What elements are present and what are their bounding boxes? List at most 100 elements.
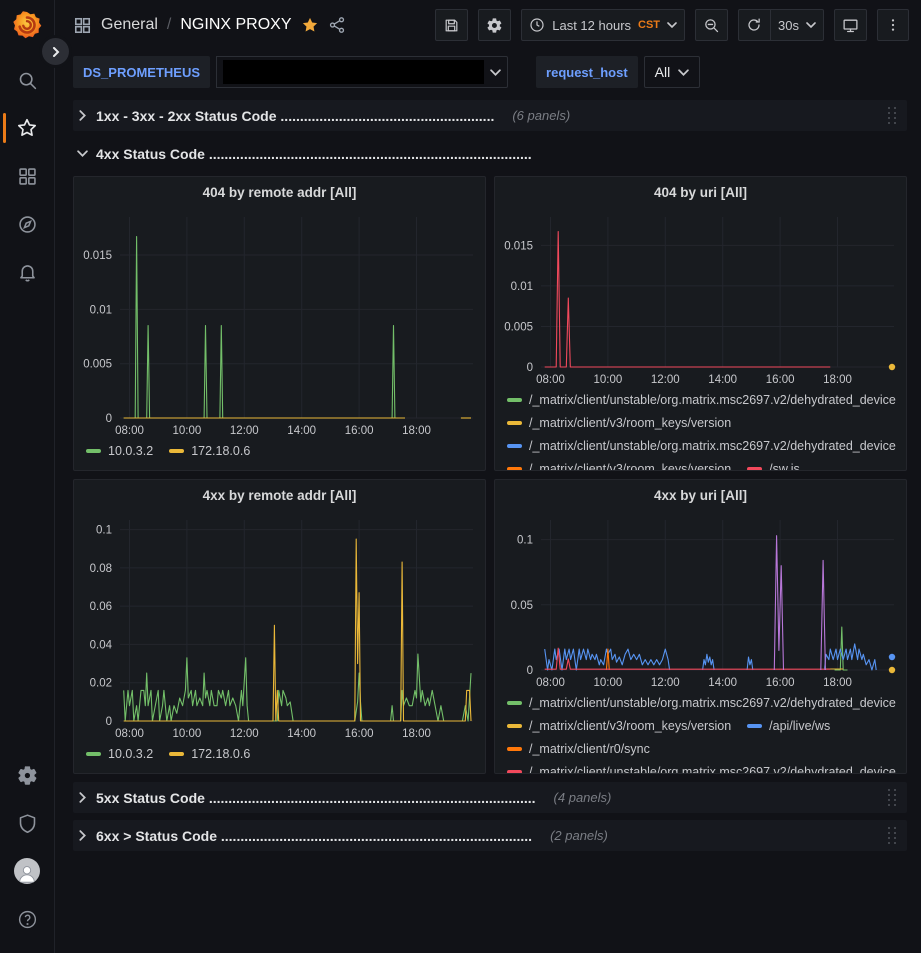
sidebar-item-server-admin[interactable] [0, 799, 55, 847]
breadcrumb-folder[interactable]: General [101, 16, 158, 34]
sidebar-item-profile[interactable] [0, 847, 55, 895]
row-header-1xx-3xx-2xx[interactable]: 1xx - 3xx - 2xx Status Code ............… [73, 100, 907, 131]
sidebar-item-search[interactable] [0, 56, 55, 104]
row-header-4xx[interactable]: 4xx Status Code ........................… [73, 138, 907, 169]
svg-text:16:00: 16:00 [345, 728, 374, 740]
tv-mode-button[interactable] [834, 9, 867, 41]
legend-item[interactable]: /sw.js [747, 460, 800, 470]
request-host-variable-label[interactable]: request_host [536, 56, 638, 88]
time-range-picker[interactable]: Last 12 hours CST [521, 9, 685, 41]
legend-item[interactable]: 172.18.0.6 [169, 442, 250, 460]
dashboard-settings-button[interactable] [478, 9, 511, 41]
legend-item[interactable]: /_matrix/client/v3/room_keys/version [507, 460, 731, 470]
legend-series-swatch [86, 752, 101, 756]
save-dashboard-button[interactable] [435, 9, 468, 41]
svg-text:08:00: 08:00 [115, 728, 144, 740]
legend-item[interactable]: /_matrix/client/v3/room_keys/version [507, 717, 731, 735]
sidebar-expand-button[interactable] [42, 38, 69, 65]
legend-item[interactable]: /_matrix/client/unstable/org.matrix.msc2… [507, 391, 896, 409]
sidebar-item-starred[interactable] [0, 104, 55, 152]
datasource-variable-dropdown[interactable] [216, 56, 508, 88]
legend-series-swatch [507, 701, 522, 705]
time-range-label: Last 12 hours [552, 18, 631, 33]
time-series-plot[interactable]: 00.0050.010.01508:0010:0012:0014:0016:00… [495, 207, 906, 389]
refresh-button[interactable] [738, 9, 770, 41]
chevron-right-icon [77, 792, 88, 803]
panel-title[interactable]: 404 by uri [All] [495, 177, 906, 207]
chevron-right-icon [51, 47, 61, 57]
breadcrumb-dashboard-title[interactable]: NGINX PROXY [180, 16, 291, 34]
sidebar-item-help[interactable] [0, 895, 55, 943]
time-series-plot[interactable]: 00.0050.010.01508:0010:0012:0014:0016:00… [74, 207, 485, 440]
svg-text:0.1: 0.1 [96, 525, 112, 537]
panel-legend: /_matrix/client/unstable/org.matrix.msc2… [495, 692, 906, 773]
favorite-star-icon[interactable] [301, 16, 319, 34]
refresh-interval-label: 30s [778, 18, 799, 33]
grafana-logo-icon[interactable] [10, 8, 44, 42]
legend-series-swatch [169, 752, 184, 756]
svg-text:0: 0 [527, 362, 533, 374]
share-icon[interactable] [328, 16, 346, 34]
kebab-menu-button[interactable] [877, 9, 909, 41]
chevron-down-icon [806, 20, 816, 30]
time-series-plot[interactable]: 00.050.108:0010:0012:0014:0016:0018:00 [495, 510, 906, 692]
refresh-interval-picker[interactable]: 30s [770, 9, 824, 41]
legend-item[interactable]: 10.0.3.2 [86, 745, 153, 763]
sidebar-item-alerting[interactable] [0, 248, 55, 296]
legend-series-label: /_matrix/client/v3/room_keys/version [529, 719, 731, 733]
zoom-out-time-button[interactable] [695, 9, 728, 41]
sidebar-item-configuration[interactable] [0, 751, 55, 799]
sidebar-item-dashboards[interactable] [0, 152, 55, 200]
time-series-plot[interactable]: 00.020.040.060.080.108:0010:0012:0014:00… [74, 510, 485, 743]
shield-icon [17, 813, 38, 834]
svg-text:0: 0 [106, 716, 112, 728]
panel-legend: 10.0.3.2 172.18.0.6 [74, 440, 485, 470]
row-drag-handle[interactable] [884, 103, 901, 128]
clock-icon [529, 17, 545, 33]
svg-text:18:00: 18:00 [823, 677, 852, 689]
panel-title[interactable]: 4xx by uri [All] [495, 480, 906, 510]
legend-series-swatch [507, 467, 522, 470]
legend-series-swatch [507, 747, 522, 751]
svg-text:0.005: 0.005 [83, 359, 112, 371]
row-header-6xx[interactable]: 6xx > Status Code ......................… [73, 820, 907, 851]
legend-item[interactable]: 10.0.3.2 [86, 442, 153, 460]
legend-series-swatch [507, 444, 522, 448]
legend-item[interactable]: /_matrix/client/v3/room_keys/version [507, 414, 731, 432]
variables-submenu: DS_PROMETHEUS request_host All [55, 50, 921, 98]
avatar [14, 858, 40, 884]
panel-4xx-by-remote-addr: 4xx by remote addr [All] 00.020.040.060.… [73, 479, 486, 774]
svg-text:10:00: 10:00 [594, 374, 623, 386]
svg-text:12:00: 12:00 [230, 425, 259, 437]
legend-series-label: 172.18.0.6 [191, 444, 250, 458]
row-drag-handle[interactable] [884, 785, 901, 810]
dashboard-canvas: 1xx - 3xx - 2xx Status Code ............… [55, 98, 921, 953]
chevron-down-icon [490, 67, 501, 78]
row-panel-count: (2 panels) [550, 828, 608, 843]
breadcrumb-separator: / [167, 16, 171, 34]
datasource-variable-label[interactable]: DS_PROMETHEUS [73, 56, 210, 88]
row-header-5xx[interactable]: 5xx Status Code ........................… [73, 782, 907, 813]
panel-legend: /_matrix/client/unstable/org.matrix.msc2… [495, 389, 906, 470]
panel-title[interactable]: 4xx by remote addr [All] [74, 480, 485, 510]
request-host-variable-dropdown[interactable]: All [644, 56, 701, 88]
sidebar-item-explore[interactable] [0, 200, 55, 248]
legend-item[interactable]: /_matrix/client/unstable/org.matrix.msc2… [507, 694, 896, 712]
svg-text:0.06: 0.06 [90, 601, 112, 613]
legend-item[interactable]: /api/live/ws [747, 717, 830, 735]
legend-item[interactable]: 172.18.0.6 [169, 745, 250, 763]
legend-series-label: 10.0.3.2 [108, 444, 153, 458]
svg-text:0.04: 0.04 [90, 639, 113, 651]
refresh-controls: 30s [738, 9, 824, 41]
timezone-label: CST [638, 19, 660, 31]
row-drag-handle[interactable] [884, 823, 901, 848]
legend-item[interactable]: /_matrix/client/r0/sync [507, 740, 650, 758]
svg-text:08:00: 08:00 [115, 425, 144, 437]
legend-series-label: /_matrix/client/unstable/org.matrix.msc2… [529, 439, 896, 453]
legend-item[interactable]: /_matrix/client/unstable/org.matrix.msc2… [507, 763, 896, 773]
legend-item[interactable]: /_matrix/client/unstable/org.matrix.msc2… [507, 437, 896, 455]
chevron-down-icon [678, 67, 689, 78]
panel-title[interactable]: 404 by remote addr [All] [74, 177, 485, 207]
svg-text:12:00: 12:00 [651, 677, 680, 689]
monitor-icon [842, 17, 859, 34]
